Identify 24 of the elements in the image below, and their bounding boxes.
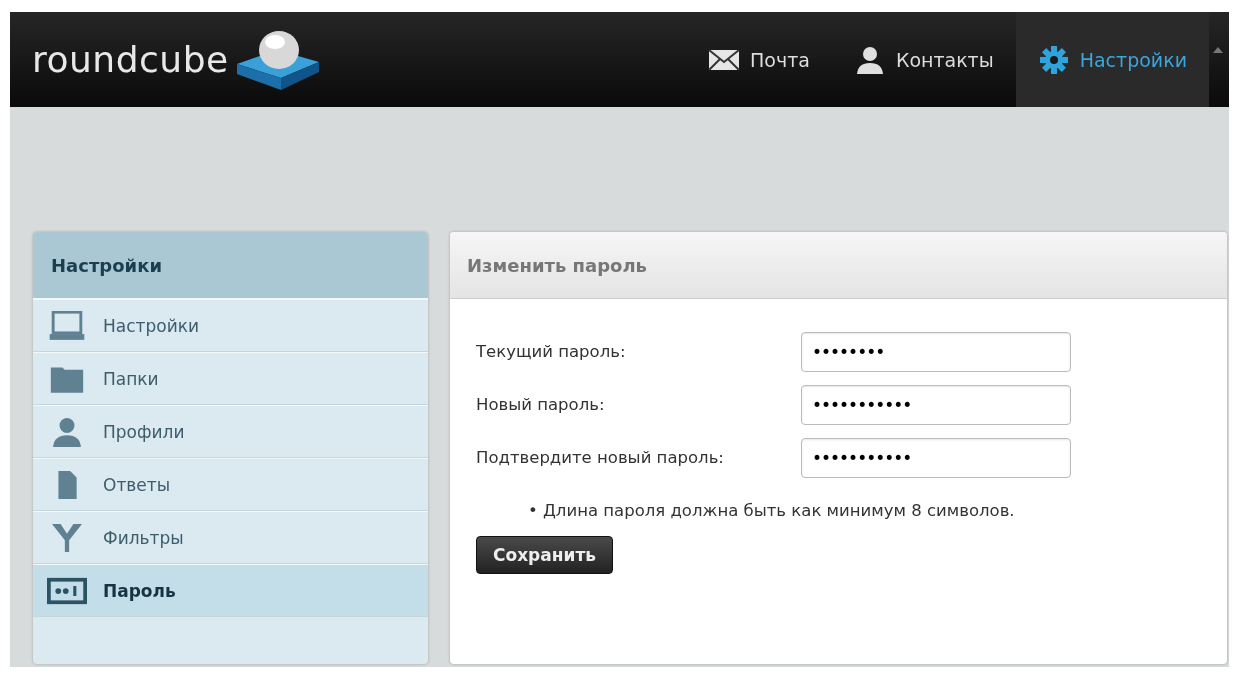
gear-icon xyxy=(1037,45,1070,74)
sidebar-item[interactable]: Фильтры xyxy=(33,511,428,564)
password-icon xyxy=(47,575,87,606)
sidebar-title: Настройки xyxy=(33,232,428,299)
password-field[interactable]: ••••••••••• xyxy=(801,384,1071,425)
nav-tab[interactable]: Почта xyxy=(686,12,832,107)
sidebar-item[interactable]: Профили xyxy=(33,405,428,458)
caret-icon[interactable] xyxy=(1213,46,1223,53)
password-field[interactable]: •••••••• xyxy=(801,331,1071,372)
sidebar-item[interactable]: Ответы xyxy=(33,458,428,511)
sidebar-item[interactable]: Настройки xyxy=(33,299,428,352)
field-label: Текущий пароль: xyxy=(476,342,627,361)
password-hint: • Длина пароля должна быть как минимум 8 символов. xyxy=(528,501,1016,520)
sidebar-item[interactable]: Папки xyxy=(33,352,428,405)
nav-tab[interactable]: Контакты xyxy=(831,12,1016,107)
sidebar-item[interactable]: Пароль xyxy=(33,564,428,617)
panel-title: Изменить пароль xyxy=(450,232,1227,299)
password-field[interactable]: ••••••••••• xyxy=(801,437,1071,478)
laptop-icon xyxy=(47,310,87,341)
save-button[interactable]: Сохранить xyxy=(476,536,614,574)
logo-text: roundcube xyxy=(32,39,229,80)
field-label: Новый пароль: xyxy=(476,395,606,414)
field-label: Подтвердите новый пароль: xyxy=(476,448,725,467)
nav-tab[interactable]: Настройки xyxy=(1015,12,1209,107)
